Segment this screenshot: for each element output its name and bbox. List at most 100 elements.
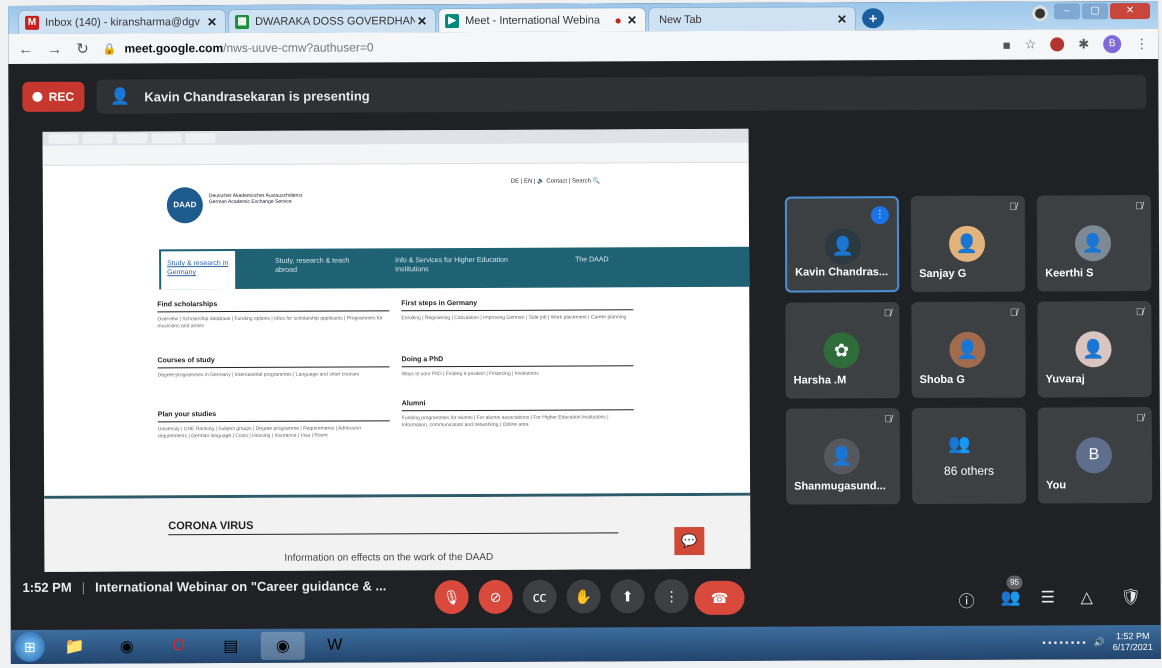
tab-title: Meet - International Webina <box>465 13 601 27</box>
daad-section: Doing a PhD Ways to your PhD | Finding a… <box>401 355 634 378</box>
close-tab-icon[interactable]: ✕ <box>415 14 429 28</box>
account-avatar[interactable]: B <box>1103 35 1122 54</box>
close-tab-icon[interactable]: ✕ <box>625 13 639 27</box>
participant-tile-others[interactable]: 👥 86 others <box>911 407 1027 505</box>
section-title: Courses of study <box>157 356 390 369</box>
reload-icon[interactable]: ↻ <box>76 40 89 58</box>
people-icon[interactable]: 👥 <box>1001 588 1021 608</box>
chrome-active-icon[interactable]: ◉ <box>260 631 305 660</box>
daad-nav-item: Info & Services for Higher Education Ins… <box>395 256 508 274</box>
section-text: Ways to your PhD | Finding a position | … <box>401 370 539 378</box>
mic-off-icon: 🎙̸ <box>883 308 892 320</box>
menu-icon[interactable]: ⋮ <box>1135 36 1148 52</box>
extension-icon[interactable] <box>1050 37 1065 52</box>
shared-tab <box>117 133 148 144</box>
participant-tile[interactable]: ✿ 🎙̸ Harsha .M <box>785 302 900 399</box>
corona-heading: CORONA VIRUS <box>168 518 619 536</box>
camera-off-icon: ⊘ <box>489 588 502 605</box>
maximize-icon[interactable]: ▢ <box>1081 3 1109 20</box>
puzzle-icon[interactable]: ✱ <box>1078 36 1089 52</box>
clock-time: 1:52 PM <box>1115 631 1150 642</box>
window-close-icon[interactable]: ✕ <box>1109 3 1151 20</box>
participant-name: Kavin Chandras... <box>795 266 889 279</box>
participant-tile[interactable]: 👤 🎙̸ Shoba G <box>911 301 1026 399</box>
screenshot-root: M Inbox (140) - kiransharma@dgv ✕ ▦ DWAR… <box>8 0 1161 664</box>
shared-tab <box>151 133 182 144</box>
participant-tile[interactable]: 👤 🎙̸ Shanmugasund... <box>785 408 901 505</box>
mic-off-icon: 🎙̸ <box>1009 201 1017 213</box>
section-title: Find scholarships <box>157 300 390 313</box>
word-icon[interactable]: W <box>313 631 357 659</box>
daad-sections: Find scholarships Overview | Scholarship… <box>157 299 657 439</box>
forward-icon[interactable]: → <box>47 40 62 57</box>
captions-icon: ㏄ <box>532 588 547 605</box>
mic-toggle-button[interactable]: 🎙 <box>434 579 469 615</box>
tab-new-tab[interactable]: New Tab ✕ <box>648 6 857 32</box>
participant-name: Harsha .M <box>793 374 847 387</box>
section-text: Funding programmes for alumni | For alum… <box>401 414 609 429</box>
rec-label: REC <box>48 89 75 104</box>
url-path: /nws-uuve-cmw?authuser=0 <box>223 40 374 56</box>
participant-avatar: ✿ <box>823 332 860 369</box>
opera-icon[interactable]: O <box>157 632 201 660</box>
shared-screen: DAAD Deutscher Akademischer Austauschdie… <box>42 128 751 572</box>
host-controls-icon[interactable]: 🛡 <box>1121 587 1141 607</box>
record-dot-icon <box>32 91 43 102</box>
mic-off-icon: 🎙̸ <box>884 414 892 426</box>
participant-tile[interactable]: 👤 🎙̸ Keerthi S <box>1036 195 1152 292</box>
raise-hand-button[interactable]: ✋ <box>566 579 601 614</box>
chat-icon[interactable]: ☰ <box>1041 587 1055 607</box>
windows-taskbar: ⊞ 📁 ◉ O ▤ ◉ W ▪ ▪ ▪ ▪ ▪ ▪ ▪ ▪ 🔊 1:52 PM … <box>10 624 1161 664</box>
shared-tab <box>48 133 79 144</box>
profile-icon[interactable] <box>1032 5 1049 22</box>
app-icon[interactable]: ▤ <box>209 632 253 660</box>
close-tab-icon[interactable]: ✕ <box>205 15 219 29</box>
captions-button[interactable]: ㏄ <box>522 579 557 614</box>
chrome-icon[interactable]: ◉ <box>105 632 149 660</box>
classroom-icon: ▦ <box>235 14 250 29</box>
present-button[interactable]: ⬆ <box>610 579 645 614</box>
clock[interactable]: 1:52 PM 6/17/2021 <box>1113 631 1153 653</box>
participant-name: Shoba G <box>919 373 965 387</box>
section-text: Enrolling | Registering | Calculation | … <box>401 314 627 322</box>
presenter-avatar: 👤 <box>110 88 131 106</box>
back-icon[interactable]: ← <box>18 40 33 57</box>
tab-classroom[interactable]: ▦ DWARAKA DOSS GOVERDHAN ✕ <box>228 8 437 34</box>
mic-off-icon: 🎙̸ <box>1135 201 1143 213</box>
daad-nav-item: The DAAD <box>575 256 609 264</box>
daad-section: Find scholarships Overview | Scholarship… <box>157 300 390 330</box>
clock-date: 6/17/2021 <box>1112 642 1153 653</box>
tab-meet[interactable]: ▶ Meet - International Webina ● ✕ <box>438 7 647 33</box>
tab-inbox[interactable]: M Inbox (140) - kiransharma@dgv ✕ <box>18 9 227 34</box>
volume-icon[interactable]: 🔊 <box>1093 637 1104 648</box>
participant-avatar: 👤 <box>824 228 862 265</box>
activities-icon[interactable]: △ <box>1081 587 1093 607</box>
shared-tab <box>82 133 114 144</box>
participant-tile[interactable]: 👤 🎙̸ Sanjay G <box>910 195 1026 293</box>
gmail-icon: M <box>25 15 40 30</box>
section-text: University | CHE Ranking | Subject group… <box>157 425 362 440</box>
participant-tile-self[interactable]: B 🎙̸ You <box>1037 407 1153 504</box>
section-text: Degree programmes in Germany | Internati… <box>157 371 360 379</box>
camera-toggle-button[interactable]: ⊘ <box>478 579 513 614</box>
more-options-button[interactable]: ⋮ <box>654 579 689 614</box>
new-tab-button[interactable]: + <box>862 8 885 29</box>
participant-avatar: 👤 <box>1075 331 1112 368</box>
start-button[interactable]: ⊞ <box>14 631 45 662</box>
others-label: 86 others <box>943 463 995 478</box>
address-bar[interactable]: 🔒 meet.google.com /nws-uuve-cmw?authuser… <box>103 34 989 60</box>
participant-tile[interactable]: 👤 ⋮ Kavin Chandras... <box>784 196 900 293</box>
file-explorer-icon[interactable]: 📁 <box>53 633 97 661</box>
section-title: First steps in Germany <box>401 299 634 312</box>
end-call-button[interactable]: ☎ <box>694 580 745 616</box>
star-icon[interactable]: ☆ <box>1025 37 1037 53</box>
participant-tile[interactable]: 👤 🎙̸ Yuvaraj <box>1037 301 1152 398</box>
minimize-icon[interactable]: – <box>1053 3 1081 20</box>
tray-icons: ▪ ▪ ▪ ▪ ▪ ▪ ▪ ▪ <box>1042 637 1086 648</box>
camera-icon[interactable]: ■ <box>1003 37 1011 52</box>
participant-name: Yuvaraj <box>1045 373 1085 386</box>
info-icon[interactable]: ⓘ <box>959 588 975 612</box>
close-tab-icon[interactable]: ✕ <box>835 12 849 26</box>
tab-title: New Tab <box>659 13 702 26</box>
recording-indicator[interactable]: REC <box>22 81 85 112</box>
